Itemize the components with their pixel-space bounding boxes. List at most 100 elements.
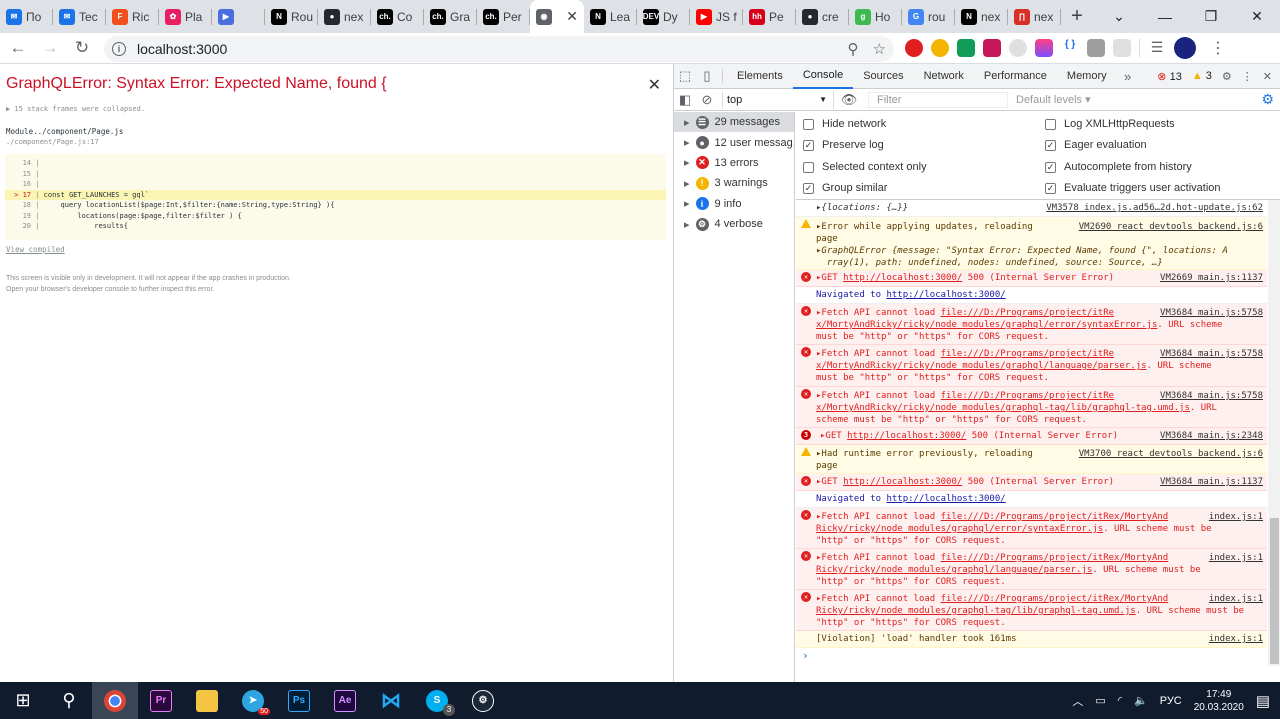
console-sidebar-item[interactable]: ▸ ☰ 29 messages	[674, 112, 794, 133]
checkbox-checked[interactable]: ✓	[803, 182, 814, 194]
devtools-tab-performance[interactable]: Performance	[974, 64, 1057, 89]
maximize-button[interactable]: ❐	[1188, 0, 1234, 33]
console-sidebar-item[interactable]: ▸! 3 warnings	[674, 173, 794, 193]
message-link[interactable]: file:///D:/Programs/project/itRex/MortyA…	[941, 594, 1169, 604]
message-link[interactable]: file:///D:/Programs/project/itRex/MortyA…	[941, 512, 1169, 522]
live-expression-eye-icon[interactable]: 👁	[838, 87, 860, 112]
scrollbar-thumb[interactable]	[1270, 518, 1279, 664]
checkbox-checked[interactable]: ✓	[1045, 161, 1056, 173]
device-toolbar-icon[interactable]: ▯	[696, 64, 718, 89]
browser-tab[interactable]: ◉ ✕	[530, 0, 584, 33]
console-error-grouped[interactable]: 3 VM3684 main.js:2348 ▸GET http://localh…	[796, 428, 1267, 445]
message-link[interactable]: Ricky/ricky/node_modules/graphql/error/s…	[816, 524, 1103, 534]
console-message[interactable]: VM3578 index.js.ad56…2d.hot-update.js:62…	[796, 200, 1267, 217]
browser-tab[interactable]: N Rou	[265, 0, 318, 33]
console-error[interactable]: ✕ VM3684 main.js:5758 ▸Fetch API cannot …	[796, 345, 1267, 387]
message-link[interactable]: x/MortyAndRicky/ricky/node_modules/graph…	[816, 361, 1147, 371]
expand-arrow-icon[interactable]: ▸	[684, 156, 690, 169]
volume-icon[interactable]: 🔈	[1134, 694, 1148, 707]
message-source-link[interactable]: index.js:1	[1209, 593, 1263, 605]
search-tabs-icon[interactable]: ⌄	[1096, 0, 1142, 33]
ext-icon[interactable]	[1009, 39, 1027, 57]
wifi-icon[interactable]: ◜	[1118, 694, 1122, 707]
hide-network-setting[interactable]: Hide network	[803, 118, 886, 130]
message-link[interactable]: http://localhost:3000/	[843, 273, 962, 283]
message-source-link[interactable]: VM2669 main.js:1137	[1160, 272, 1263, 284]
log-xhr-setting[interactable]: Log XMLHttpRequests	[1045, 118, 1175, 130]
view-compiled-link[interactable]: View compiled	[6, 245, 65, 254]
console-sidebar-item[interactable]: ▸ ● 12 user messag...	[674, 132, 794, 152]
message-link[interactable]: x/MortyAndRicky/ricky/node_modules/graph…	[816, 320, 1157, 330]
message-link[interactable]: file:///D:/Programs/project/itRe	[941, 349, 1114, 359]
message-link[interactable]: http://localhost:3000/	[886, 494, 1005, 504]
console-error[interactable]: ✕ VM3684 main.js:5758 ▸Fetch API cannot …	[796, 387, 1267, 428]
preserve-log-setting[interactable]: ✓ Preserve log	[803, 139, 884, 151]
console-error[interactable]: ✕ VM3684 main.js:5758 ▸Fetch API cannot …	[796, 304, 1267, 345]
more-tabs-icon[interactable]: »	[1117, 64, 1139, 89]
browser-tab[interactable]: ✉ Tec	[53, 0, 106, 33]
battery-icon[interactable]: ▭	[1095, 694, 1105, 707]
console-warning[interactable]: VM2690 react devtools backend.js:6 ▸Erro…	[796, 217, 1267, 270]
close-devtools-icon[interactable]: ✕	[1263, 70, 1272, 83]
inspect-element-icon[interactable]: ⬚	[674, 64, 696, 89]
collapsed-frames-toggle[interactable]: ▶ 15 stack frames were collapsed.	[6, 105, 145, 113]
console-prompt[interactable]: ›	[802, 649, 809, 662]
message-link[interactable]: file:///D:/Programs/project/itRe	[941, 308, 1114, 318]
console-violation[interactable]: index.js:1 [Violation] 'load' handler to…	[796, 631, 1267, 648]
menu-icon[interactable]: ⋮	[1210, 38, 1226, 58]
browser-tab[interactable]: Grou	[902, 0, 955, 33]
clock[interactable]: 17:49 20.03.2020	[1194, 688, 1244, 714]
message-source-link[interactable]: VM3684 main.js:1137	[1160, 476, 1263, 488]
console-error[interactable]: ✕ index.js:1 ▸Fetch API cannot load file…	[796, 590, 1267, 631]
checkbox-checked[interactable]: ✓	[803, 139, 814, 151]
devtools-tab-network[interactable]: Network	[914, 64, 974, 89]
devtools-tab-sources[interactable]: Sources	[853, 64, 913, 89]
filter-input[interactable]: Filter	[868, 91, 1008, 108]
checkbox-checked[interactable]: ✓	[1045, 139, 1056, 151]
close-window-button[interactable]: ✕	[1234, 0, 1280, 33]
input-language[interactable]: РУС	[1160, 695, 1182, 707]
expand-arrow-icon[interactable]: ▸	[684, 177, 690, 190]
warning-counter[interactable]: ▲ 3	[1192, 70, 1212, 82]
zoom-icon[interactable]: ⚲	[848, 40, 859, 58]
browser-tab[interactable]: ∏ nex	[1008, 0, 1061, 33]
minimize-button[interactable]: —	[1142, 0, 1188, 33]
ext-icon[interactable]	[983, 39, 1001, 57]
log-levels-dropdown[interactable]: Default levels ▾	[1016, 93, 1091, 106]
settings-gear-icon[interactable]: ⚙	[1222, 70, 1232, 83]
message-link[interactable]: x/MortyAndRicky/ricky/node_modules/graph…	[816, 403, 1190, 413]
expand-arrow-icon[interactable]: ▸	[684, 116, 690, 129]
close-overlay-button[interactable]: ✕	[648, 75, 661, 95]
message-source-link[interactable]: index.js:1	[1209, 511, 1263, 523]
back-button[interactable]: ←	[4, 34, 32, 62]
checkbox[interactable]	[803, 118, 814, 130]
browser-tab[interactable]: DEV Dy	[637, 0, 690, 33]
message-source-link[interactable]: VM3684 main.js:5758	[1160, 390, 1263, 402]
console-error[interactable]: ✕ index.js:1 ▸Fetch API cannot load file…	[796, 549, 1267, 590]
selected-context-setting[interactable]: Selected context only	[803, 161, 927, 173]
reading-list-icon[interactable]: ☰	[1148, 39, 1166, 57]
ext-icon[interactable]	[1035, 39, 1053, 57]
message-source-link[interactable]: VM3684 main.js:2348	[1160, 430, 1263, 442]
forward-button[interactable]: →	[36, 34, 64, 62]
console-error[interactable]: ✕ VM3684 main.js:1137 ▸GET http://localh…	[796, 474, 1267, 491]
close-tab-icon[interactable]: ✕	[566, 8, 578, 25]
browser-tab[interactable]: ▶ JS f	[690, 0, 743, 33]
notifications-icon[interactable]: ▤	[1256, 692, 1270, 710]
message-source-link[interactable]: VM3684 main.js:5758	[1160, 307, 1263, 319]
reload-button[interactable]: ↻	[68, 34, 96, 62]
clear-console-icon[interactable]: ⊘	[696, 87, 718, 112]
message-link[interactable]: http://localhost:3000/	[847, 431, 966, 441]
message-source-link[interactable]: index.js:1	[1209, 552, 1263, 564]
browser-tab[interactable]: N Lea	[584, 0, 637, 33]
message-source-link[interactable]: VM3578 index.js.ad56…2d.hot-update.js:62	[1046, 202, 1263, 214]
message-link[interactable]: Ricky/ricky/node_modules/graphql/languag…	[816, 565, 1092, 575]
browser-tab[interactable]: ▶	[212, 0, 265, 33]
taskbar-aftereffects[interactable]: Ae	[322, 682, 368, 719]
browser-tab[interactable]: F Ric	[106, 0, 159, 33]
expand-arrow-icon[interactable]: ▸	[684, 136, 690, 149]
message-link[interactable]: Ricky/ricky/node_modules/graphql-tag/lib…	[816, 606, 1136, 616]
group-similar-setting[interactable]: ✓ Group similar	[803, 182, 887, 194]
message-link[interactable]: file:///D:/Programs/project/itRe	[941, 391, 1114, 401]
shield-icon[interactable]	[1113, 39, 1131, 57]
